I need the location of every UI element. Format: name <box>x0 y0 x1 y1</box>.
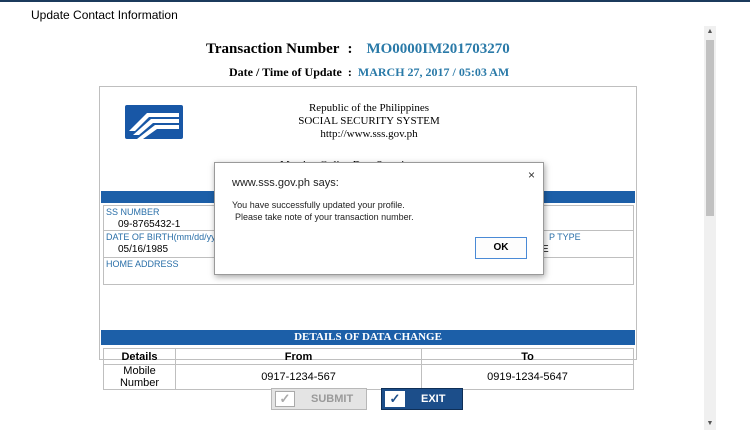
agency-header: Republic of the Philippines SOCIAL SECUR… <box>100 102 638 141</box>
table-cell: Mobile Number <box>103 364 176 390</box>
submit-label: SUBMIT <box>311 393 354 405</box>
alert-dialog: www.sss.gov.ph says: × You have successf… <box>214 162 544 275</box>
details-of-data-change-bar: DETAILS OF DATA CHANGE <box>101 330 635 345</box>
home-address-label: HOME ADDRESS <box>106 259 179 269</box>
dialog-line: You have successfully updated your profi… <box>232 200 405 210</box>
colon: : <box>347 41 353 57</box>
exit-button[interactable]: ✓ EXIT <box>381 388 463 410</box>
member-type-label: P TYPE <box>549 232 581 242</box>
check-icon: ✓ <box>275 391 295 407</box>
ss-number-label: SS NUMBER <box>106 207 160 217</box>
dob-value: 05/16/1985 <box>118 244 169 255</box>
ss-number-value: 09-8765432-1 <box>118 219 181 230</box>
dialog-message: You have successfully updated your profi… <box>232 199 414 223</box>
dob-label: DATE OF BIRTH(mm/dd/yyy <box>106 232 221 242</box>
update-datetime-line: Date / Time of Update: MARCH 27, 2017 / 0… <box>229 65 509 80</box>
column-header: From <box>175 348 422 365</box>
scroll-down-icon[interactable]: ▼ <box>704 418 716 430</box>
datetime-value: MARCH 27, 2017 / 05:03 AM <box>357 65 510 79</box>
table-cell: 0919-1234-5647 <box>421 364 634 390</box>
colon: : <box>347 65 352 79</box>
table-row: Mobile Number 0917-1234-567 0919-1234-56… <box>103 364 634 390</box>
check-icon: ✓ <box>385 391 405 407</box>
transaction-number-line: Transaction Number: MO0000IM201703270 <box>206 41 510 58</box>
vertical-scrollbar[interactable]: ▲ ▼ <box>704 26 716 430</box>
column-header: Details <box>103 348 176 365</box>
exit-label: EXIT <box>421 393 446 405</box>
close-icon[interactable]: × <box>528 168 535 182</box>
data-change-table: Details From To Mobile Number 0917-1234-… <box>103 348 634 390</box>
transaction-number: MO0000IM201703270 <box>366 41 510 57</box>
column-header: To <box>421 348 634 365</box>
dialog-title: www.sss.gov.ph says: <box>232 177 339 189</box>
ok-button[interactable]: OK <box>475 237 527 259</box>
transaction-label: Transaction Number <box>206 41 340 57</box>
header-line: Republic of the Philippines <box>308 102 430 114</box>
scroll-up-icon[interactable]: ▲ <box>704 26 716 38</box>
table-header-row: Details From To <box>103 348 634 365</box>
dialog-line: Please take note of your transaction num… <box>235 212 414 222</box>
top-border <box>0 0 750 2</box>
submit-button[interactable]: ✓ SUBMIT <box>271 388 367 410</box>
page-title: Update Contact Information <box>31 8 178 22</box>
scroll-thumb[interactable] <box>706 40 714 216</box>
header-line: SOCIAL SECURITY SYSTEM <box>298 115 440 127</box>
table-cell: 0917-1234-567 <box>175 364 422 390</box>
datetime-label: Date / Time of Update <box>229 65 342 79</box>
header-line: http://www.sss.gov.ph <box>320 128 418 140</box>
